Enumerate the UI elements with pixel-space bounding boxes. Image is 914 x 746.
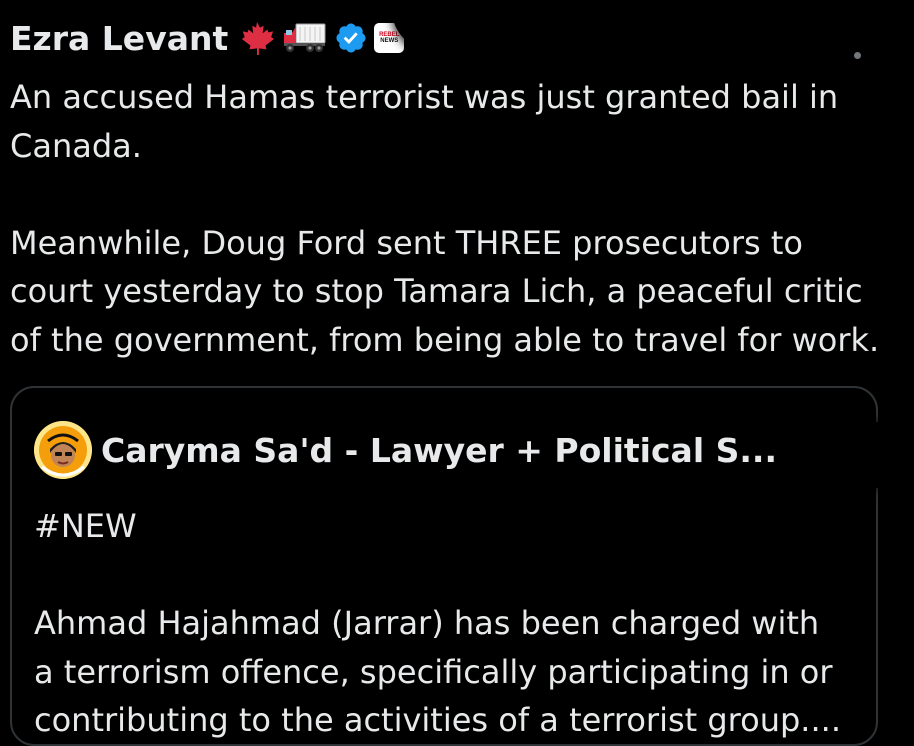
maple-leaf-icon	[242, 21, 275, 55]
author-name[interactable]: Ezra Levant	[10, 19, 228, 58]
redaction-mark	[785, 422, 914, 488]
avatar[interactable]	[34, 421, 92, 479]
quoted-tweet-header: Caryma Sa'd - Lawyer + Political S...	[34, 420, 831, 480]
quoted-author-name[interactable]: Caryma Sa'd - Lawyer + Political S...	[101, 431, 777, 470]
tweet-paragraph: An accused Hamas terrorist was just gran…	[10, 78, 839, 165]
affiliate-badge-bottom-text: NEWS	[380, 38, 399, 44]
truck-icon	[284, 23, 326, 52]
tweet-paragraph: Meanwhile, Doug Ford sent THREE prosecut…	[10, 223, 880, 359]
tweet-text: An accused Hamas terrorist was just gran…	[10, 73, 900, 364]
quoted-tweet-paragraph: #NEW	[34, 507, 137, 545]
quoted-tweet-paragraph: Ahmad Hajahmad (Jarrar) has been charged…	[34, 604, 841, 739]
quoted-tweet-card[interactable]: Caryma Sa'd - Lawyer + Political S... #N…	[10, 386, 878, 746]
quoted-tweet-text: #NEW Ahmad Hajahmad (Jarrar) has been ch…	[34, 502, 864, 745]
redaction-mark	[392, 0, 890, 50]
avatar-image-icon	[34, 421, 92, 479]
tweet[interactable]: Ezra Levant REBEL NEWS An accused Hamas …	[0, 0, 914, 746]
tweet-header: Ezra Levant REBEL NEWS	[10, 14, 405, 62]
more-options-dot[interactable]	[854, 52, 861, 59]
verified-badge-icon[interactable]	[334, 21, 368, 55]
